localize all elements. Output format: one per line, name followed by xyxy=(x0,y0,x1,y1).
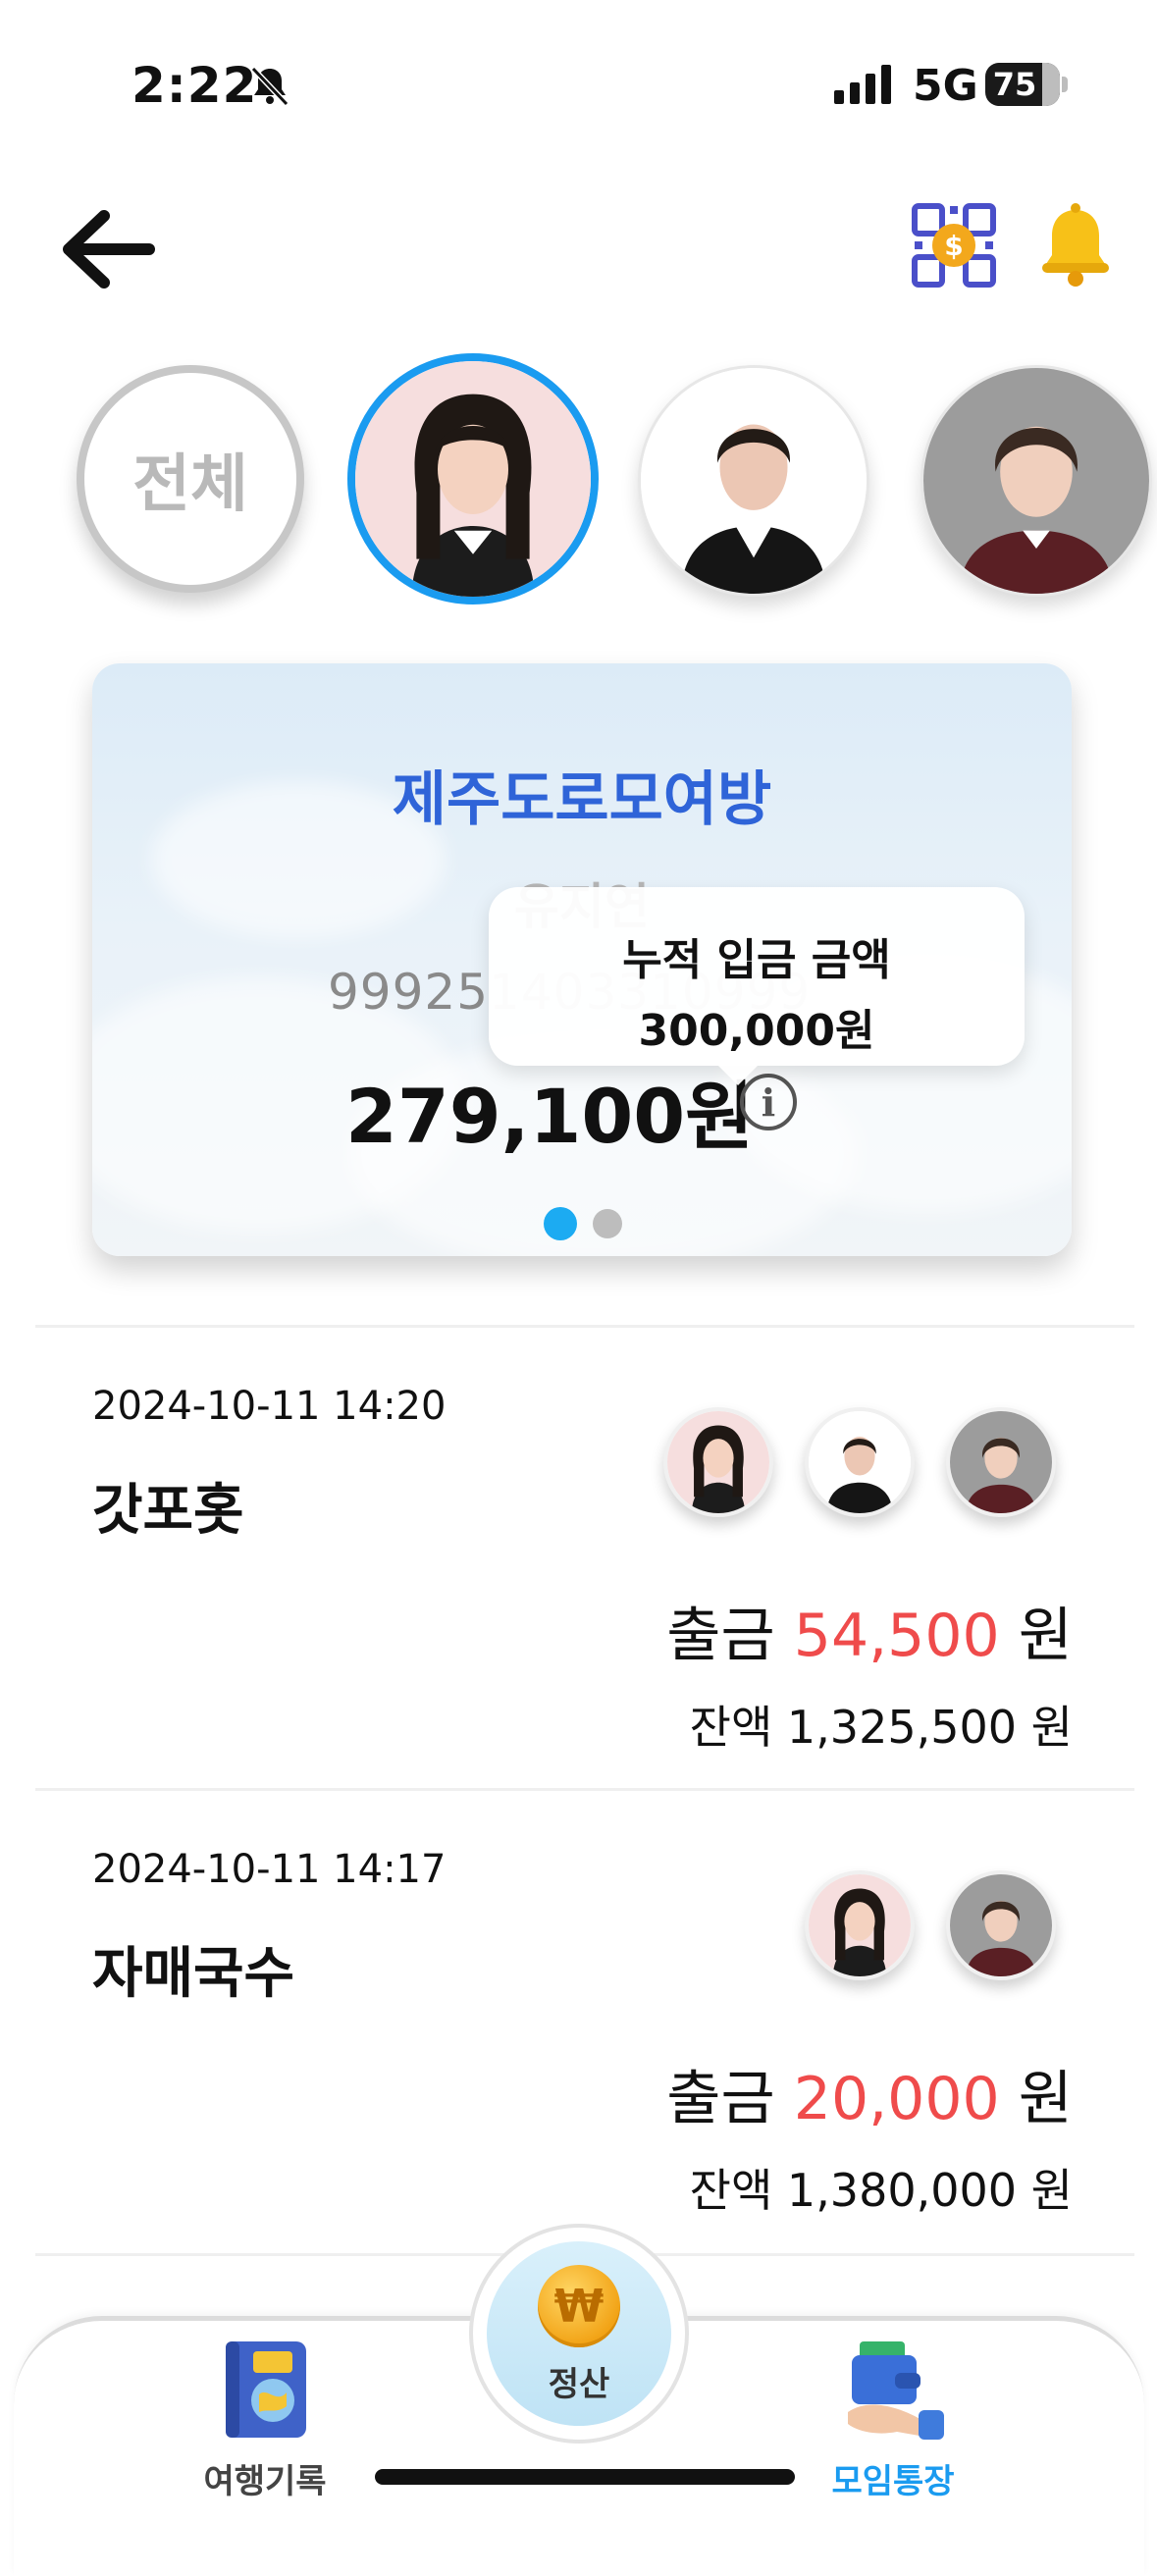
transaction-item[interactable]: 2024-10-11 14:17 자매국수 출금 20,000 원 잔액 1,3… xyxy=(0,1792,1157,2243)
travel-book-icon xyxy=(226,2341,306,2438)
battery-tip xyxy=(1062,77,1068,92)
person-photo-icon xyxy=(355,361,591,597)
nav-meeting-label: 모임통장 xyxy=(831,2462,955,2501)
member-filter-all-label: 전체 xyxy=(132,448,248,521)
svg-text:$: $ xyxy=(944,230,963,262)
tooltip-value: 300,000원 xyxy=(638,1006,875,1056)
nav-settle-label: 정산 xyxy=(548,2365,610,2404)
deposit-tooltip: 누적 입금 금액 300,000원 xyxy=(489,887,1025,1085)
nav-travel-label: 여행기록 xyxy=(203,2462,327,2501)
divider xyxy=(35,1325,1134,1328)
member-avatar-1[interactable] xyxy=(347,353,599,605)
transaction-name: 자매국수 xyxy=(92,1942,295,2006)
notification-bell-icon[interactable] xyxy=(1034,202,1117,289)
divider xyxy=(35,1788,1134,1791)
transaction-balance: 잔액 1,325,500 원 xyxy=(689,1701,1073,1754)
transaction-amount: 출금 20,000 원 xyxy=(666,2065,1073,2133)
member-avatar-3[interactable] xyxy=(920,365,1152,597)
person-photo-icon xyxy=(667,1411,769,1513)
transaction-date: 2024-10-11 14:20 xyxy=(92,1384,447,1429)
battery-level: 75 xyxy=(992,66,1037,103)
member-filter-all[interactable]: 전체 xyxy=(77,365,304,593)
person-photo-icon xyxy=(641,368,867,594)
transaction-amount: 출금 54,500 원 xyxy=(666,1602,1073,1670)
participant-avatar xyxy=(946,1870,1056,1980)
member-avatar-2[interactable] xyxy=(638,365,869,597)
withdraw-amount: 20,000 xyxy=(793,2065,1000,2133)
participant-avatar xyxy=(805,1870,915,1980)
account-card[interactable]: 제주도로모여방 유지연 999251403310999 279,100원 i 누… xyxy=(92,663,1072,1256)
withdraw-amount: 54,500 xyxy=(793,1602,1000,1670)
tooltip-label: 누적 입금 금액 xyxy=(622,935,891,985)
transaction-item[interactable]: 2024-10-11 14:20 갓포홋 출금 54,500 원 잔액 1,32… xyxy=(0,1329,1157,1780)
transaction-balance: 잔액 1,380,000 원 xyxy=(689,2164,1073,2217)
wallet-hand-icon xyxy=(848,2341,944,2440)
back-arrow-icon[interactable] xyxy=(59,208,157,290)
person-photo-icon xyxy=(950,1874,1052,1976)
battery-icon: 75 xyxy=(985,63,1060,106)
account-title: 제주도로모여방 xyxy=(392,765,772,834)
nav-settle-button[interactable]: ₩ 정산 xyxy=(469,2224,689,2444)
status-time: 2:22 xyxy=(131,57,258,114)
bell-muted-icon xyxy=(250,66,289,107)
person-photo-icon xyxy=(809,1411,911,1513)
account-balance: 279,100원 xyxy=(345,1073,755,1160)
participant-avatar xyxy=(663,1407,773,1517)
nav-travel-record[interactable]: 여행기록 xyxy=(147,2336,383,2502)
transaction-name: 갓포홋 xyxy=(92,1479,244,1543)
network-label: 5G xyxy=(913,61,978,111)
won-coin-icon: ₩ xyxy=(538,2265,620,2347)
signal-icon xyxy=(834,65,891,104)
home-indicator[interactable] xyxy=(375,2469,795,2485)
person-photo-icon xyxy=(950,1411,1052,1513)
participant-avatar xyxy=(805,1407,915,1517)
nav-meeting-account[interactable]: 모임통장 xyxy=(775,2334,1011,2502)
person-photo-icon xyxy=(809,1874,911,1976)
page-indicator-active[interactable] xyxy=(544,1207,577,1240)
page-indicator-inactive[interactable] xyxy=(593,1209,622,1238)
transaction-date: 2024-10-11 14:17 xyxy=(92,1847,447,1892)
qr-payment-icon[interactable]: $ xyxy=(911,202,997,289)
person-photo-icon xyxy=(923,368,1149,594)
participant-avatar xyxy=(946,1407,1056,1517)
